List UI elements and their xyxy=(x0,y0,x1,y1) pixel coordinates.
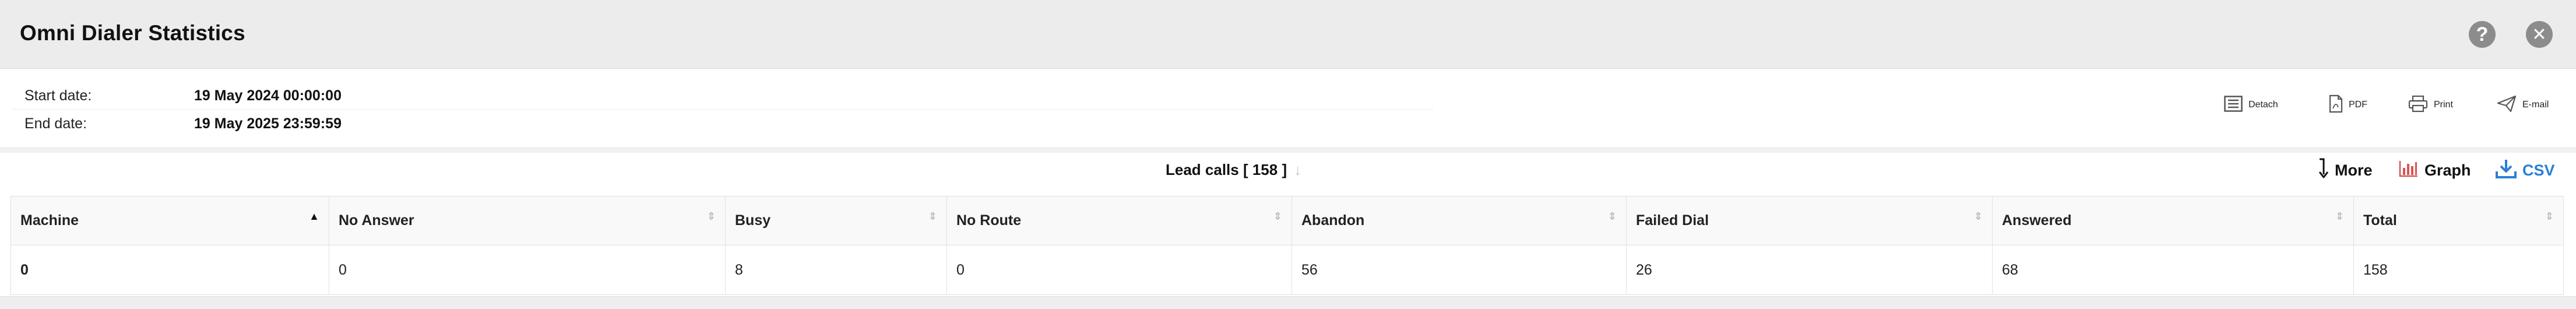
sort-icon[interactable]: ⇕ xyxy=(2545,211,2554,222)
start-date-value: 19 May 2024 00:00:00 xyxy=(194,87,342,104)
table-header-row: Machine ▲ No Answer ⇕ Busy ⇕ No Route ⇕ … xyxy=(10,196,2564,245)
title-bar: Omni Dialer Statistics ? ✕ xyxy=(0,0,2576,69)
email-label: E-mail xyxy=(2522,100,2549,110)
detach-button[interactable]: Detach xyxy=(2224,92,2278,118)
lead-calls-heading: Lead calls [ 158 ] ↓ xyxy=(1166,161,1301,179)
column-header-no-answer[interactable]: No Answer ⇕ xyxy=(329,196,726,245)
pdf-button[interactable]: PDF xyxy=(2329,92,2367,118)
pdf-label: PDF xyxy=(2349,100,2367,110)
column-header-total[interactable]: Total ⇕ xyxy=(2353,196,2564,245)
bottom-border xyxy=(0,296,2576,309)
print-button[interactable]: Print xyxy=(2408,92,2453,118)
graph-label: Graph xyxy=(2424,161,2471,179)
table-cell: 68 xyxy=(1992,245,2354,295)
print-icon xyxy=(2408,95,2434,115)
sort-icon[interactable]: ⇕ xyxy=(1273,211,1282,222)
statistics-table: Machine ▲ No Answer ⇕ Busy ⇕ No Route ⇕ … xyxy=(10,196,2564,295)
bar-chart-icon xyxy=(2399,160,2424,181)
download-icon xyxy=(2496,159,2522,182)
end-date-value: 19 May 2025 23:59:59 xyxy=(194,115,342,132)
table-cell: 56 xyxy=(1291,245,1627,295)
sort-icon[interactable]: ⇕ xyxy=(1974,211,1983,222)
table-cell: 26 xyxy=(1626,245,1993,295)
table-cell: 158 xyxy=(2353,245,2564,295)
pdf-icon xyxy=(2329,94,2349,116)
email-button[interactable]: E-mail xyxy=(2497,92,2549,118)
send-icon xyxy=(2497,95,2522,115)
start-date-row: Start date: 19 May 2024 00:00:00 xyxy=(12,83,1434,110)
lead-calls-label: Lead calls [ 158 ] xyxy=(1166,161,1287,178)
column-header-busy[interactable]: Busy ⇕ xyxy=(725,196,947,245)
table-cell: 8 xyxy=(725,245,947,295)
column-header-abandon[interactable]: Abandon ⇕ xyxy=(1291,196,1627,245)
detach-icon xyxy=(2224,95,2248,115)
print-label: Print xyxy=(2434,100,2453,110)
close-icon[interactable]: ✕ xyxy=(2526,21,2553,48)
column-header-no-route[interactable]: No Route ⇕ xyxy=(946,196,1292,245)
sort-icon[interactable]: ⇕ xyxy=(707,211,716,222)
window-title: Omni Dialer Statistics xyxy=(20,21,245,45)
sort-icon[interactable]: ⇕ xyxy=(2335,211,2344,222)
column-header-failed-dial[interactable]: Failed Dial ⇕ xyxy=(1626,196,1993,245)
long-arrow-down-icon xyxy=(2317,158,2335,183)
end-date-row: End date: 19 May 2025 23:59:59 xyxy=(12,111,1434,138)
sort-icon[interactable]: ⇕ xyxy=(928,211,937,222)
dialog-window: Omni Dialer Statistics ? ✕ Start date: 1… xyxy=(0,0,2576,309)
more-label: More xyxy=(2335,161,2373,179)
table-row: 0 0 8 0 56 26 68 158 xyxy=(10,245,2564,295)
arrow-down-icon[interactable]: ↓ xyxy=(1294,161,1301,179)
end-date-label: End date: xyxy=(24,115,87,132)
column-header-answered[interactable]: Answered ⇕ xyxy=(1992,196,2354,245)
table-cell: 0 xyxy=(10,245,329,295)
graph-button[interactable]: Graph xyxy=(2399,160,2471,181)
separator xyxy=(0,148,2576,153)
start-date-label: Start date: xyxy=(24,87,92,104)
csv-label: CSV xyxy=(2522,161,2555,179)
detach-label: Detach xyxy=(2248,100,2278,110)
sort-ascending-icon[interactable]: ▲ xyxy=(309,211,319,222)
more-button[interactable]: More xyxy=(2317,158,2373,183)
table-cell: 0 xyxy=(946,245,1292,295)
sort-icon[interactable]: ⇕ xyxy=(1608,211,1617,222)
table-cell: 0 xyxy=(329,245,726,295)
date-range-panel: Start date: 19 May 2024 00:00:00 End dat… xyxy=(0,69,2576,148)
question-icon[interactable]: ? xyxy=(2469,21,2496,48)
column-header-machine[interactable]: Machine ▲ xyxy=(10,196,329,245)
csv-button[interactable]: CSV xyxy=(2496,159,2555,182)
